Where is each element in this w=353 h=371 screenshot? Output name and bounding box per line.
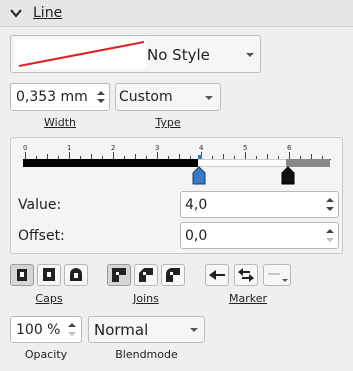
blendmode-label: Blendmode: [115, 348, 178, 361]
type-combo[interactable]: Custom: [115, 83, 221, 111]
miter-join-button[interactable]: [107, 264, 131, 286]
opacity-value: 100 %: [16, 322, 61, 338]
spin-down-icon[interactable]: [326, 238, 334, 242]
ruler-number: 4: [199, 144, 204, 152]
opacity-label: Opacity: [24, 348, 68, 361]
joins-label: Joins: [133, 292, 159, 305]
opacity-spinbox[interactable]: 100 %: [10, 316, 82, 343]
value-label: Value:: [18, 197, 62, 213]
chevron-down-icon: [10, 9, 22, 18]
ruler-tick: [25, 152, 26, 159]
ruler-number: 0: [23, 144, 28, 152]
flat-cap-button[interactable]: [10, 264, 34, 286]
value-field: 4,0: [185, 197, 208, 213]
ruler-tick: [245, 152, 246, 159]
width-value: 0,353 mm: [16, 89, 88, 105]
spin-down-icon[interactable]: [326, 207, 334, 211]
flat-cap-icon: [17, 269, 27, 281]
bevel-join-icon: [139, 268, 153, 282]
ruler-number: 2: [111, 144, 116, 152]
dropdown-arrow-icon: [246, 53, 254, 57]
round-cap-button[interactable]: [64, 264, 88, 286]
line-style-value: No Style: [147, 46, 210, 64]
offset-label: Offset:: [18, 228, 65, 244]
line-style-preview: [15, 39, 146, 69]
section-title: Line: [33, 5, 63, 21]
width-label: Width: [44, 116, 76, 129]
spin-up-icon[interactable]: [68, 323, 76, 327]
ruler-tick: [113, 152, 114, 159]
square-cap-icon: [43, 268, 55, 281]
line-style-combo[interactable]: No Style: [10, 35, 261, 73]
ruler-number: 1: [67, 144, 72, 152]
ruler-tick: [69, 152, 70, 159]
offset-spinbox[interactable]: 0,0: [180, 222, 339, 249]
miter-join-icon: [112, 268, 126, 282]
line-preview-icon: [18, 41, 145, 67]
line-end-icon: [268, 273, 288, 282]
dropdown-arrow-icon: [205, 96, 213, 100]
ruler-number: 5: [243, 144, 248, 152]
dash-segment: [23, 159, 198, 167]
ruler-tick: [157, 152, 158, 159]
value-spinbox[interactable]: 4,0: [180, 191, 339, 218]
width-spinbox[interactable]: 0,353 mm: [10, 83, 110, 111]
spin-up-icon[interactable]: [326, 229, 334, 233]
swap-arrows-icon: [238, 268, 254, 282]
offset-field: 0,0: [185, 228, 208, 244]
swap-markers-button[interactable]: [234, 264, 258, 286]
type-value: Custom: [119, 89, 173, 105]
arrow-left-icon: [209, 270, 225, 280]
dash-ruler: 0 1 2 3 4 5 6: [23, 144, 333, 160]
spin-up-icon[interactable]: [326, 198, 334, 202]
ruler-tick: [289, 152, 290, 159]
dash-handle-icon[interactable]: [192, 166, 206, 186]
start-marker-button[interactable]: [205, 264, 229, 286]
gap-segment: [198, 159, 286, 167]
square-cap-button[interactable]: [37, 264, 61, 286]
blendmode-value: Normal: [94, 321, 149, 339]
spin-down-icon[interactable]: [68, 332, 76, 336]
type-label: Type: [155, 116, 181, 129]
ruler-number: 3: [155, 144, 160, 152]
blendmode-combo[interactable]: Normal: [88, 316, 205, 343]
round-join-icon: [166, 268, 180, 282]
spin-up-icon[interactable]: [97, 91, 105, 95]
ruler-number: 6: [287, 144, 292, 152]
round-cap-icon: [70, 268, 82, 281]
round-join-button[interactable]: [161, 264, 185, 286]
end-marker-button[interactable]: [263, 264, 291, 286]
caps-label: Caps: [35, 292, 63, 305]
spin-down-icon[interactable]: [97, 99, 105, 103]
dropdown-arrow-icon: [190, 328, 198, 332]
gap-handle-icon[interactable]: [281, 166, 295, 186]
bevel-join-button[interactable]: [134, 264, 158, 286]
marker-label: Marker: [228, 292, 268, 305]
line-section-header[interactable]: Line: [0, 0, 353, 27]
